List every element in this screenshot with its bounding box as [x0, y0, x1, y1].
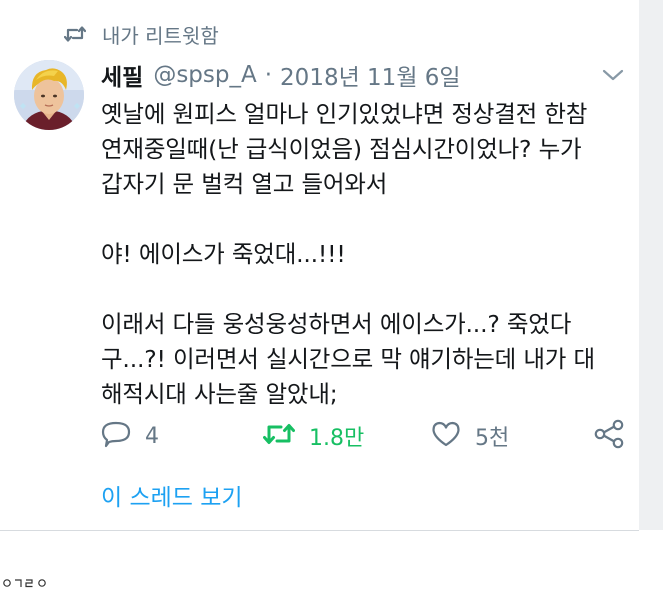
tweet-card[interactable]: 내가 리트윗함 세필 @spsp_A · 2018년 11월 6일 옛날에 원피… — [0, 0, 639, 530]
tweet-line: 구...?! 이러면서 실시간으로 막 얘기하는데 내가 대 — [101, 345, 595, 373]
reply-icon — [101, 420, 131, 452]
tweet-author-line: 세필 @spsp_A · 2018년 11월 6일 — [101, 58, 461, 92]
reply-button[interactable]: 4 — [101, 418, 159, 454]
retweet-count: 1.8만 — [309, 426, 365, 451]
reply-count: 4 — [145, 423, 159, 449]
retweet-header-label: 내가 리트윗함 — [102, 23, 219, 48]
chevron-down-icon[interactable] — [600, 64, 626, 86]
retweet-icon — [263, 421, 295, 451]
tweet-line: 해적시대 사는줄 알았내; — [101, 380, 338, 408]
watermark-glyphs — [3, 579, 46, 588]
retweet-icon — [64, 24, 86, 44]
tweet-line: 연재중일때(난 급식이었음) 점심시간이었나? 누가 — [101, 135, 582, 163]
tweet-date[interactable]: 2018년 11월 6일 — [280, 58, 461, 92]
tweet-line: 이래서 다들 웅성웅성하면서 에이스가...? 죽었다 — [101, 310, 572, 338]
tweet-text: 옛날에 원피스 얼마나 인기있었냐면 정상결전 한참 연재중일때(난 급식이었음… — [101, 97, 631, 412]
like-button[interactable]: 5천 — [431, 418, 509, 454]
share-button[interactable] — [593, 418, 625, 454]
author-separator: · — [264, 62, 273, 88]
retweet-header: 내가 리트윗함 — [64, 18, 219, 50]
card-divider — [0, 530, 639, 531]
like-count: 5천 — [475, 426, 510, 451]
retweet-button[interactable]: 1.8만 — [263, 418, 364, 454]
tweet-line: 야! 에이스가 죽었대...!!! — [101, 240, 346, 268]
show-thread-link[interactable]: 이 스레드 보기 — [101, 478, 243, 512]
tweet-line: 옛날에 원피스 얼마나 인기있었냐면 정상결전 한참 — [101, 100, 588, 128]
tweet-actions: 4 1.8만 5천 — [101, 418, 631, 454]
watermark — [2, 576, 48, 590]
heart-icon — [431, 420, 461, 452]
avatar[interactable] — [14, 60, 84, 130]
author-name[interactable]: 세필 — [101, 58, 143, 92]
background-strip — [639, 0, 663, 530]
share-icon — [593, 419, 625, 453]
screenshot-page: 내가 리트윗함 세필 @spsp_A · 2018년 11월 6일 옛날에 원피… — [0, 0, 663, 602]
author-handle[interactable]: @spsp_A — [153, 62, 256, 88]
tweet-line: 갑자기 문 벌컥 열고 들어와서 — [101, 170, 388, 198]
